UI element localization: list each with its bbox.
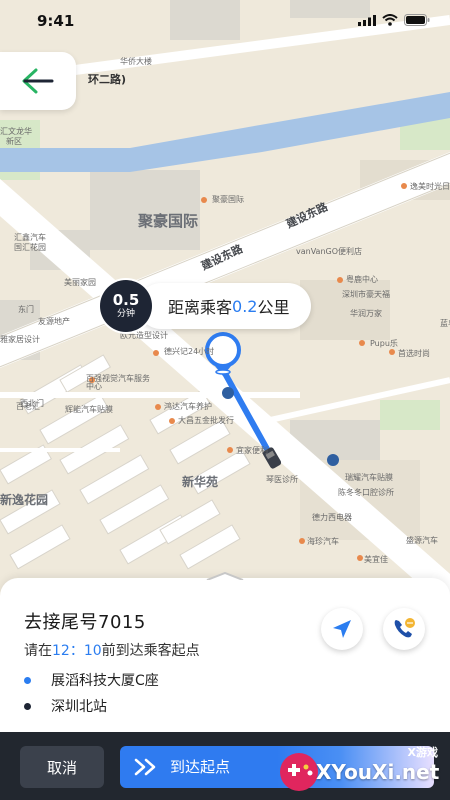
deadline-prefix: 请在 bbox=[24, 643, 52, 659]
map-poi-label: vanVanGO便利店 bbox=[296, 247, 363, 256]
pickup-deadline: 请在12：10前到达乘客起点 bbox=[24, 640, 200, 660]
map-poi-label: 汇文龙华 bbox=[0, 127, 32, 136]
arrive-label: 到达起点 bbox=[170, 758, 231, 776]
distance-km: 0.2 bbox=[232, 296, 258, 316]
distance-prefix: 距离乘客 bbox=[168, 298, 233, 317]
phone-icon bbox=[394, 618, 415, 638]
distance-suffix: 公里 bbox=[257, 298, 290, 317]
map-poi-label: 国汇花园 bbox=[14, 243, 46, 252]
map-area-label: 新华苑 bbox=[182, 475, 219, 489]
map-poi-label: 华润万家 bbox=[350, 309, 382, 318]
map-poi-label: 陈冬冬口腔诊所 bbox=[338, 488, 394, 497]
map-poi-label: 西北门 bbox=[20, 399, 44, 408]
map-poi-label: 鸿达汽车养护 bbox=[164, 402, 212, 411]
destination-address: 深圳北站 bbox=[51, 699, 107, 715]
watermark-small: X游戏 bbox=[407, 746, 438, 759]
map-area-label: 新逸花园 bbox=[0, 493, 49, 507]
distance-bubble: 0.5 分钟 距离乘客 0.2 公里 bbox=[100, 280, 312, 332]
map-poi-label: 友源地产 bbox=[38, 317, 70, 326]
back-arrow-icon bbox=[22, 68, 54, 94]
trip-title: 去接尾号7015 bbox=[24, 612, 146, 633]
map-poi-label: 深圳市豪天福 bbox=[342, 290, 390, 299]
map-poi-label: 东门 bbox=[18, 305, 34, 314]
map-poi-label: 瑞耀汽车贴膜 bbox=[345, 473, 393, 482]
map-poi-label: 欧元造型设计 bbox=[120, 331, 168, 340]
map-poi-label: 首选时尚 bbox=[398, 349, 430, 358]
map-poi-label: 辉能汽车贴膜 bbox=[65, 405, 113, 414]
map-poi-label: 宜家便利 bbox=[236, 446, 268, 455]
status-bar: 9:41 bbox=[0, 0, 450, 44]
wifi-icon bbox=[382, 14, 398, 26]
gamepad-logo-icon bbox=[280, 753, 318, 791]
origin-dot-icon bbox=[24, 676, 31, 684]
distance-pill: 距离乘客 0.2 公里 bbox=[138, 283, 312, 329]
back-button[interactable] bbox=[0, 52, 76, 110]
status-icons bbox=[358, 14, 430, 26]
map-area-label: 聚豪国际 bbox=[138, 212, 199, 230]
watermark: X游戏 XYouXi.net bbox=[276, 742, 446, 800]
map-poi-label: 聚豪国际 bbox=[212, 195, 244, 204]
map-poi-label: 百强视觉汽车服务中心 bbox=[86, 374, 150, 391]
map-poi-label: 盛源汽车 bbox=[406, 536, 438, 545]
cancel-button[interactable]: 取消 bbox=[20, 746, 104, 788]
card-handle-icon[interactable] bbox=[205, 572, 245, 580]
map-poi-label: 华侨大楼 bbox=[120, 57, 152, 66]
map-poi-label: 雅家居设计 bbox=[0, 335, 40, 344]
map-poi-label: Pupu乐 bbox=[370, 339, 398, 348]
battery-icon bbox=[404, 14, 430, 26]
map-poi-label: 汇鑫汽车 bbox=[14, 233, 46, 242]
navigation-arrow-icon bbox=[333, 620, 351, 638]
watermark-site: XYouXi.net bbox=[316, 760, 440, 784]
eta-badge: 0.5 分钟 bbox=[100, 280, 152, 332]
map-poi-label: 美丽家园 bbox=[64, 278, 96, 287]
double-chevron-right-icon bbox=[134, 758, 156, 776]
map-poi-label: 美宜佳 bbox=[364, 555, 388, 564]
status-time: 9:41 bbox=[37, 12, 75, 30]
signal-icon bbox=[358, 14, 376, 26]
map-poi-label: 琴医诊所 bbox=[266, 475, 298, 484]
map-poi-label: 新区 bbox=[6, 137, 22, 146]
navigate-button[interactable] bbox=[321, 608, 363, 650]
map-road-label: 环二路) bbox=[88, 73, 127, 86]
map-poi-label: 德兴记24小时 bbox=[164, 347, 215, 356]
trip-card: 去接尾号7015 请在12：10前到达乘客起点 展滔科技大厦C座 深圳北站 bbox=[0, 572, 450, 732]
deadline-suffix: 前到达乘客起点 bbox=[101, 643, 200, 659]
destination-row: 深圳北站 bbox=[24, 696, 107, 716]
slider-knob[interactable] bbox=[124, 750, 168, 784]
map-poi-label: 海珍汽车 bbox=[307, 537, 339, 546]
map-poi-label: 大昌五金批发行 bbox=[178, 416, 234, 425]
map-poi-label: 逸美时光日记 bbox=[410, 182, 450, 191]
map-poi-label: 粤鹿中心 bbox=[346, 275, 378, 284]
map-poi-label: 德力西电器 bbox=[312, 513, 352, 522]
deadline-sep: ： bbox=[69, 643, 84, 659]
deadline-minute: 10 bbox=[83, 643, 102, 659]
eta-unit: 分钟 bbox=[116, 309, 135, 319]
origin-row: 展滔科技大厦C座 bbox=[24, 670, 159, 690]
deadline-hour: 12 bbox=[52, 643, 70, 659]
destination-dot-icon bbox=[24, 702, 31, 710]
map-poi-label: 蓝鸟科技 bbox=[440, 319, 450, 328]
origin-address: 展滔科技大厦C座 bbox=[51, 673, 159, 689]
call-passenger-button[interactable] bbox=[383, 608, 425, 650]
eta-value: 0.5 bbox=[112, 291, 140, 309]
